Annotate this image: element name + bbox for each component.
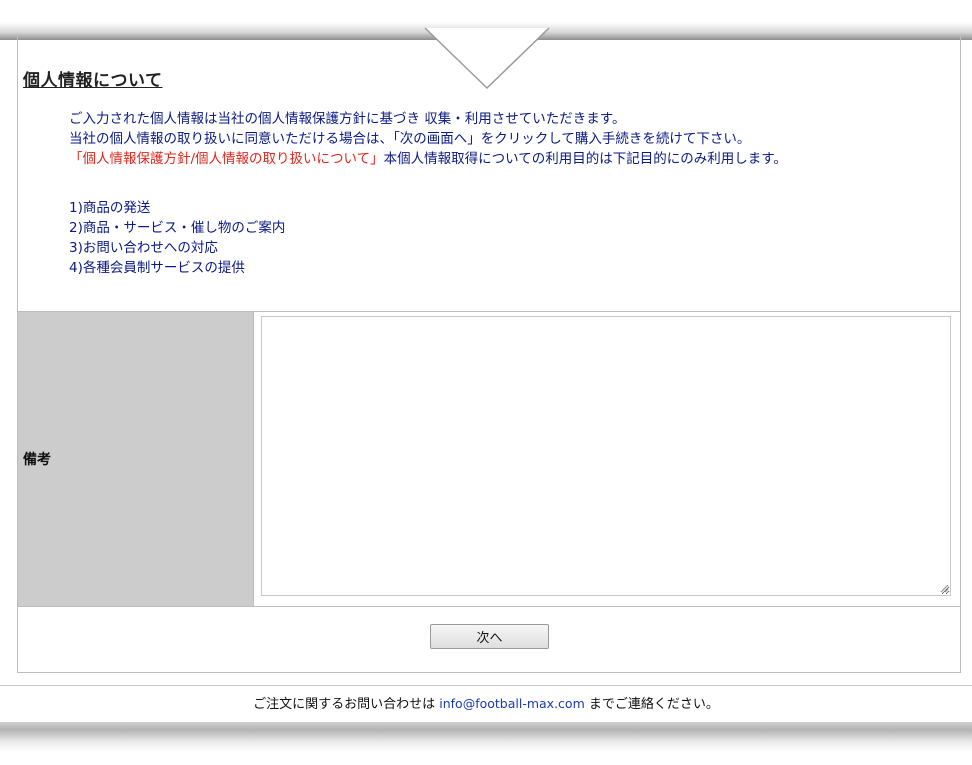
- purpose-item: 4)各種会員制サービスの提供: [69, 260, 245, 276]
- contact-email-link[interactable]: info@football-max.com: [439, 696, 585, 711]
- row-divider: [17, 606, 961, 607]
- privacy-body: ご入力された個人情報は当社の個人情報保護方針に基づき 収集・利用させていただきま…: [69, 109, 787, 169]
- privacy-policy-link[interactable]: 「個人情報保護方針/個人情報の取り扱いについて」: [69, 151, 384, 167]
- note-textarea[interactable]: [261, 316, 951, 596]
- privacy-line-3: 「個人情報保護方針/個人情報の取り扱いについて」本個人情報取得についての利用目的…: [69, 149, 787, 169]
- footer: ご注文に関するお問い合わせは info@football-max.com までご…: [0, 686, 972, 722]
- next-button[interactable]: 次へ: [430, 624, 549, 649]
- purpose-item: 2)商品・サービス・催し物のご案内: [69, 220, 286, 236]
- resize-grip-icon[interactable]: [939, 583, 949, 593]
- bottom-band: [0, 722, 972, 765]
- note-label: 備考: [23, 452, 51, 468]
- privacy-line-3-rest: 本個人情報取得についての利用目的は下記目的にのみ利用します。: [383, 151, 787, 167]
- footer-prefix: ご注文に関するお問い合わせは: [253, 697, 440, 712]
- purpose-item: 1)商品の発送: [69, 200, 151, 216]
- purpose-list: 1)商品の発送 2)商品・サービス・催し物のご案内 3)お問い合わせへの対応 4…: [69, 198, 285, 278]
- purpose-item: 3)お問い合わせへの対応: [69, 240, 218, 256]
- privacy-line-1: ご入力された個人情報は当社の個人情報保護方針に基づき 収集・利用させていただきま…: [69, 111, 626, 127]
- privacy-line-2: 当社の個人情報の取り扱いに同意いただける場合は、「次の画面へ」をクリックして購入…: [69, 131, 751, 147]
- privacy-title: 個人情報について: [23, 71, 163, 91]
- footer-suffix: までご連絡ください。: [584, 697, 719, 712]
- privacy-section: 個人情報について ご入力された個人情報は当社の個人情報保護方針に基づき 収集・利…: [17, 36, 961, 311]
- note-label-cell: 備考: [18, 312, 254, 606]
